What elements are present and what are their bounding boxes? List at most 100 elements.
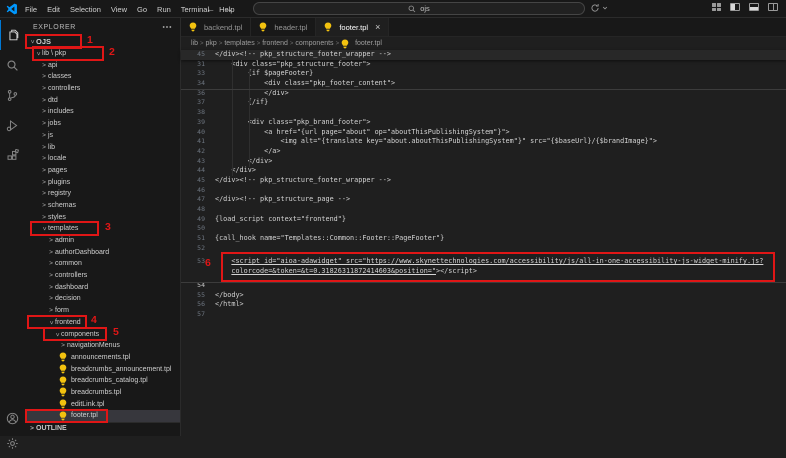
menu-file[interactable]: File (20, 5, 42, 14)
tree-item-navigationMenus[interactable]: navigationMenus (25, 340, 180, 352)
code-line[interactable]: 46 (181, 186, 786, 196)
tree-root-ojs[interactable]: OJS (25, 36, 180, 48)
customize-layout-icon[interactable] (712, 3, 721, 11)
close-icon[interactable] (371, 22, 380, 32)
line-number[interactable]: 40 (181, 128, 205, 138)
more-actions-icon[interactable] (162, 25, 172, 29)
tree-item-pages[interactable]: pages (25, 165, 180, 177)
breadcrumb-footer-tpl[interactable]: footer.tpl (339, 39, 384, 49)
sync-dropdown[interactable] (590, 3, 608, 13)
tree-item-lib-pkp[interactable]: lib \ pkp (25, 48, 180, 60)
tab-footer-tpl[interactable]: footer.tpl (316, 18, 390, 36)
line-number[interactable]: 56 (181, 300, 205, 310)
line-number[interactable]: 50 (181, 224, 205, 234)
toggle-sidebar-icon[interactable] (730, 3, 740, 11)
tree-item-controllers-2[interactable]: controllers (25, 270, 180, 282)
code-line[interactable]: 39 <div class="pkp_brand_footer"> (181, 118, 786, 128)
line-number[interactable] (181, 267, 205, 277)
code-line-accessibility-script[interactable]: 53 <script id="aioa-adawidget" src="http… (181, 257, 786, 267)
tree-item-lib[interactable]: lib (25, 141, 180, 153)
tree-item-classes[interactable]: classes (25, 71, 180, 83)
menu-selection[interactable]: Selection (65, 5, 106, 14)
code-line[interactable]: 33 {if $pageFooter} (181, 69, 786, 79)
code-line[interactable]: 42 </a> (181, 147, 786, 157)
code-line[interactable]: 41 <img alt="{translate key="about.about… (181, 137, 786, 147)
line-number[interactable]: 36 (181, 89, 205, 99)
line-number[interactable]: 31 (181, 60, 205, 70)
back-arrow-icon[interactable]: ← (206, 4, 215, 14)
code-line[interactable]: 48 (181, 205, 786, 215)
tree-item-registry[interactable]: registry (25, 188, 180, 200)
tree-item-plugins[interactable]: plugins (25, 176, 180, 188)
line-number[interactable]: 43 (181, 157, 205, 167)
code-line[interactable]: 45 </div><!-- pkp_structure_footer_wrappe… (181, 176, 786, 186)
code-line[interactable]: 45 </div><!-- pkp_structure_footer_wrappe… (181, 50, 786, 60)
menu-view[interactable]: View (106, 5, 132, 14)
run-debug-icon[interactable] (0, 110, 25, 140)
toggle-panel-icon[interactable] (749, 3, 759, 11)
code-line[interactable]: 51 {call_hook name="Templates::Common::Fo… (181, 234, 786, 244)
settings-gear-icon[interactable] (0, 428, 25, 458)
tree-file-footer[interactable]: footer.tpl (25, 410, 180, 422)
code-line[interactable]: 50 (181, 224, 786, 234)
line-number[interactable]: 53 (181, 257, 205, 267)
tree-item-frontend[interactable]: frontend (25, 317, 180, 329)
code-line[interactable]: 56 </html> (181, 300, 786, 310)
line-number[interactable]: 44 (181, 166, 205, 176)
code-line[interactable]: 49 {load_script context="frontend"} (181, 215, 786, 225)
tree-item-styles[interactable]: styles (25, 211, 180, 223)
source-control-icon[interactable] (0, 80, 25, 110)
code-line[interactable]: 52 (181, 244, 786, 254)
line-number[interactable]: 37 (181, 98, 205, 108)
line-number[interactable]: 45 (181, 50, 205, 60)
line-number[interactable]: 57 (181, 310, 205, 320)
tree-item-templates[interactable]: templates (25, 223, 180, 235)
tree-item-form[interactable]: form (25, 305, 180, 317)
forward-arrow-icon[interactable]: → (224, 4, 233, 14)
line-number[interactable]: 42 (181, 147, 205, 157)
breadcrumb-lib[interactable]: lib (189, 40, 200, 47)
line-number[interactable]: 49 (181, 215, 205, 225)
line-number[interactable]: 45 (181, 176, 205, 186)
breadcrumb-frontend[interactable]: frontend (260, 40, 290, 47)
code-line-accessibility-script-wrap[interactable]: colorcode=&token=&t=0.31826311872414603&… (181, 267, 786, 277)
tree-item-js[interactable]: js (25, 130, 180, 142)
outline-section[interactable]: OUTLINE (25, 421, 180, 435)
command-search-box[interactable]: ojs (253, 2, 585, 15)
tree-item-controllers[interactable]: controllers (25, 83, 180, 95)
code-line[interactable]: 36 </div> (181, 89, 786, 99)
tab-header-tpl[interactable]: header.tpl (251, 18, 317, 36)
code-line[interactable]: 43 </div> (181, 157, 786, 167)
tree-item-dashboard[interactable]: dashboard (25, 281, 180, 293)
code-line[interactable]: 40 <a href="{url page="about" op="aboutT… (181, 128, 786, 138)
tree-item-components[interactable]: components (25, 328, 180, 340)
line-number[interactable]: 48 (181, 205, 205, 215)
line-number[interactable]: 55 (181, 291, 205, 301)
code-line[interactable]: 31 <div class="pkp_structure_footer"> (181, 60, 786, 70)
tree-file-breadcrumbs[interactable]: breadcrumbs.tpl (25, 387, 180, 399)
tree-file-editLink[interactable]: editLink.tpl (25, 398, 180, 410)
line-number[interactable]: 47 (181, 195, 205, 205)
tree-item-decision[interactable]: decision (25, 293, 180, 305)
explorer-icon[interactable] (0, 20, 25, 50)
breadcrumb-templates[interactable]: templates (222, 40, 256, 47)
extensions-icon[interactable] (0, 140, 25, 170)
line-number[interactable]: 39 (181, 118, 205, 128)
tree-item-api[interactable]: api (25, 59, 180, 71)
line-number[interactable]: 41 (181, 137, 205, 147)
menu-edit[interactable]: Edit (42, 5, 65, 14)
menu-run[interactable]: Run (152, 5, 176, 14)
code-line[interactable]: 55 </body> (181, 291, 786, 301)
code-line[interactable]: 34 <div class="pkp_footer_content"> (181, 79, 786, 89)
menu-go[interactable]: Go (132, 5, 152, 14)
line-number[interactable]: 52 (181, 244, 205, 254)
line-number[interactable]: 51 (181, 234, 205, 244)
tab-backend-tpl[interactable]: backend.tpl (181, 18, 252, 36)
line-number[interactable]: 34 (181, 79, 205, 89)
tree-file-breadcrumbs-catalog[interactable]: breadcrumbs_catalog.tpl (25, 375, 180, 387)
breadcrumb-components[interactable]: components (293, 40, 335, 47)
tree-file-breadcrumbs-announcement[interactable]: breadcrumbs_announcement.tpl (25, 363, 180, 375)
line-number[interactable]: 46 (181, 186, 205, 196)
code-line[interactable]: 44 </div> (181, 166, 786, 176)
tree-item-jobs[interactable]: jobs (25, 118, 180, 130)
